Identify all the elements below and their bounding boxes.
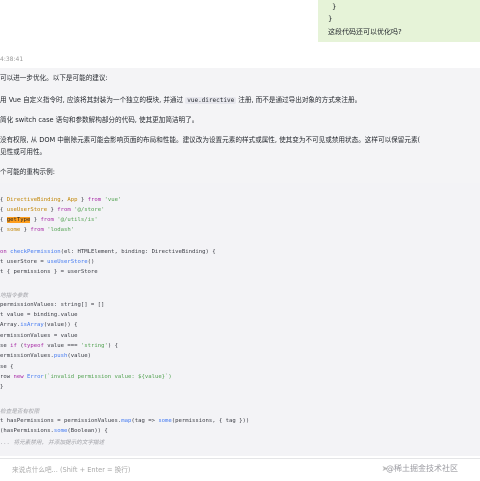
answer-text: 用 Vue 自定义指令时, 应该将其封装为一个独立的模块, 并通过 — [0, 96, 186, 104]
answer-paragraph: 可以进一步优化。以下是可能的建议: — [0, 74, 108, 82]
code-line: { DirectiveBinding, App } from 'vue' — [0, 197, 122, 203]
answer-paragraph: 简化 switch case 语句和参数解构部分的代码, 使其更加简洁明了。 — [0, 116, 199, 124]
code-brace: } — [332, 3, 337, 11]
code-line: row new Error(`invalid permission value:… — [0, 374, 172, 380]
code-line: t hasPermissions = permissionValues.map(… — [0, 418, 250, 424]
code-line: { useUserStore } from '@/store' — [0, 207, 105, 213]
answer-paragraph: 见性或可用性。 — [0, 148, 47, 156]
code-line: on checkPermission(el: HTMLElement, bind… — [0, 249, 216, 255]
search-highlight: getType — [6, 217, 31, 223]
watermark: @稀土掘金技术社区 — [386, 464, 458, 473]
message-timestamp: 4:38:41 — [0, 56, 24, 63]
code-line: t userStore = useUserStore() — [0, 259, 95, 265]
code-line: se if (typeof value === 'string') { — [0, 343, 118, 349]
code-line: (hasPermissions.some(Boolean)) { — [0, 428, 108, 434]
code-line: permissionValues: string[] = [] — [0, 302, 105, 308]
code-line: t { permissions } = userStore — [0, 269, 98, 275]
answer-paragraph: 没有权限, 从 DOM 中删除元素可能会影响页面的布局和性能。建议改为设置元素的… — [0, 136, 421, 144]
code-line: ermissionValues.push(value) — [0, 353, 91, 359]
code-line: } — [0, 384, 4, 390]
code-line: Array.isArray(value)) { — [0, 322, 78, 328]
code-comment: 地指令参数 — [0, 293, 28, 299]
answer-paragraph: 个可能的重构示例: — [0, 168, 55, 176]
code-line: ermissionValues = value — [0, 333, 78, 339]
chat-input[interactable] — [12, 463, 357, 476]
code-line: { getType } from '@/utils/is' — [0, 217, 98, 223]
code-brace: } — [328, 15, 333, 23]
inline-code: vue.directive — [185, 97, 237, 104]
user-question: 这段代码还可以优化吗? — [328, 28, 402, 36]
code-comment: ... 将元素禁用, 并添加提示的文字描述 — [0, 440, 105, 446]
user-message-bubble: } } 这段代码还可以优化吗? — [318, 0, 480, 42]
code-line: t value = binding.value — [0, 312, 78, 318]
answer-paragraph: 用 Vue 自定义指令时, 应该将其封装为一个独立的模块, 并通过 vue.di… — [0, 94, 361, 104]
code-line: { some } from 'lodash' — [0, 227, 75, 233]
code-block: { DirectiveBinding, App } from 'vue' { u… — [0, 183, 480, 456]
code-line: se { — [0, 364, 14, 370]
answer-text: 注册, 而不是通过导出对象的方式来注册。 — [236, 96, 362, 104]
code-comment: 检查是否有权限 — [0, 409, 40, 415]
